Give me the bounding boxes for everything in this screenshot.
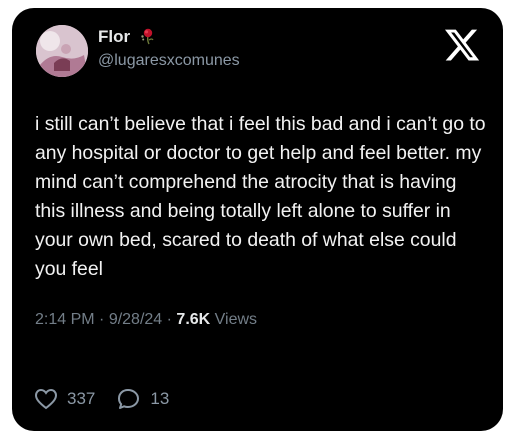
avatar[interactable]	[36, 25, 88, 77]
reply-icon	[118, 389, 140, 409]
like-button[interactable]: 337	[34, 388, 95, 410]
tweet-date[interactable]: 9/28/24	[109, 311, 162, 328]
x-logo-icon[interactable]	[443, 26, 481, 64]
tweet-meta: 2:14 PM · 9/28/24 · 7.6K Views	[35, 311, 257, 329]
heart-icon	[34, 388, 58, 410]
flower-icon	[139, 27, 157, 50]
tweet-text: i still can’t believe that i feel this b…	[35, 113, 486, 280]
display-name-row[interactable]: Flor	[98, 27, 157, 50]
views-count[interactable]: 7.6K	[176, 311, 210, 328]
action-bar: 337 13	[34, 388, 191, 410]
views-label: Views	[210, 311, 258, 328]
meta-separator: ·	[162, 311, 177, 328]
tweet-time[interactable]: 2:14 PM	[35, 311, 95, 328]
tweet-card: Flor @lugaresxcomunes i still can’t beli…	[12, 8, 503, 431]
display-name[interactable]: Flor	[98, 27, 130, 46]
reply-count: 13	[150, 389, 170, 408]
meta-separator: ·	[94, 311, 109, 328]
like-count: 337	[67, 389, 96, 408]
user-handle[interactable]: @lugaresxcomunes	[98, 52, 240, 70]
reply-button[interactable]: 13	[117, 388, 169, 410]
